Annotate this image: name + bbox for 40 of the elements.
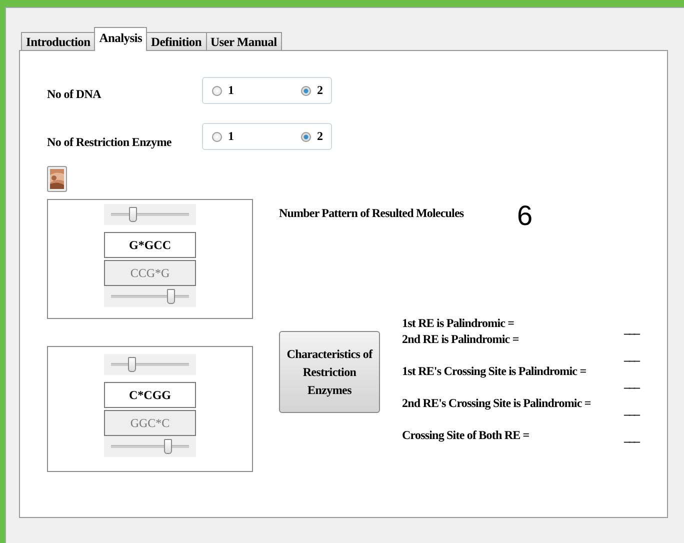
slider-thumb[interactable] [128, 357, 136, 372]
tab[interactable]: Introduction [21, 32, 96, 50]
radio-label: 2 [317, 129, 323, 144]
sequence-box: CCG*G [104, 260, 196, 286]
slider[interactable] [104, 354, 196, 375]
property-value: ___ [624, 429, 639, 446]
sequence-box: GGC*C [104, 410, 196, 436]
property-label: 2nd RE is Palindromic = [402, 332, 520, 346]
property-label: 1st RE is Palindromic = [402, 316, 516, 330]
slider-thumb[interactable] [129, 207, 138, 222]
property-value: ___ [624, 321, 639, 338]
slider[interactable] [104, 204, 196, 225]
tab[interactable]: Definition [146, 32, 206, 50]
property-value: ___ [624, 402, 639, 419]
radio-button[interactable] [212, 86, 222, 96]
result-label: Number Pattern of Resulted Molecules [279, 206, 465, 221]
property-value: ___ [624, 375, 639, 392]
property-value: ___ [624, 348, 639, 365]
result-value: 6 [517, 200, 533, 232]
slider-thumb[interactable] [164, 439, 172, 454]
radio-label: 1 [228, 83, 234, 98]
radio-button[interactable] [301, 132, 311, 142]
property-label: 2nd RE's Crossing Site is Palindromic = [402, 396, 592, 410]
radio-label: 1 [228, 129, 234, 144]
sequence-box: G*GCC [104, 232, 196, 258]
radio-button[interactable] [301, 86, 311, 96]
slider[interactable] [104, 286, 196, 307]
field-label: No of Restriction Enzyme [47, 135, 172, 150]
slider[interactable] [104, 436, 196, 457]
radio-label: 2 [317, 83, 323, 98]
radio-button[interactable] [212, 132, 222, 142]
tab[interactable]: User Manual [206, 32, 282, 50]
slider-thumb[interactable] [166, 289, 174, 304]
property-label: Crossing Site of Both RE = [402, 428, 530, 442]
tab[interactable]: Analysis [94, 27, 148, 51]
sequence-box: C*CGG [104, 382, 196, 408]
field-label: No of DNA [47, 87, 102, 102]
characteristics-button[interactable]: Characteristics of Restriction Enzymes [279, 331, 380, 413]
image-button[interactable] [47, 166, 67, 192]
property-label: 1st RE's Crossing Site is Palindromic = [402, 364, 588, 378]
